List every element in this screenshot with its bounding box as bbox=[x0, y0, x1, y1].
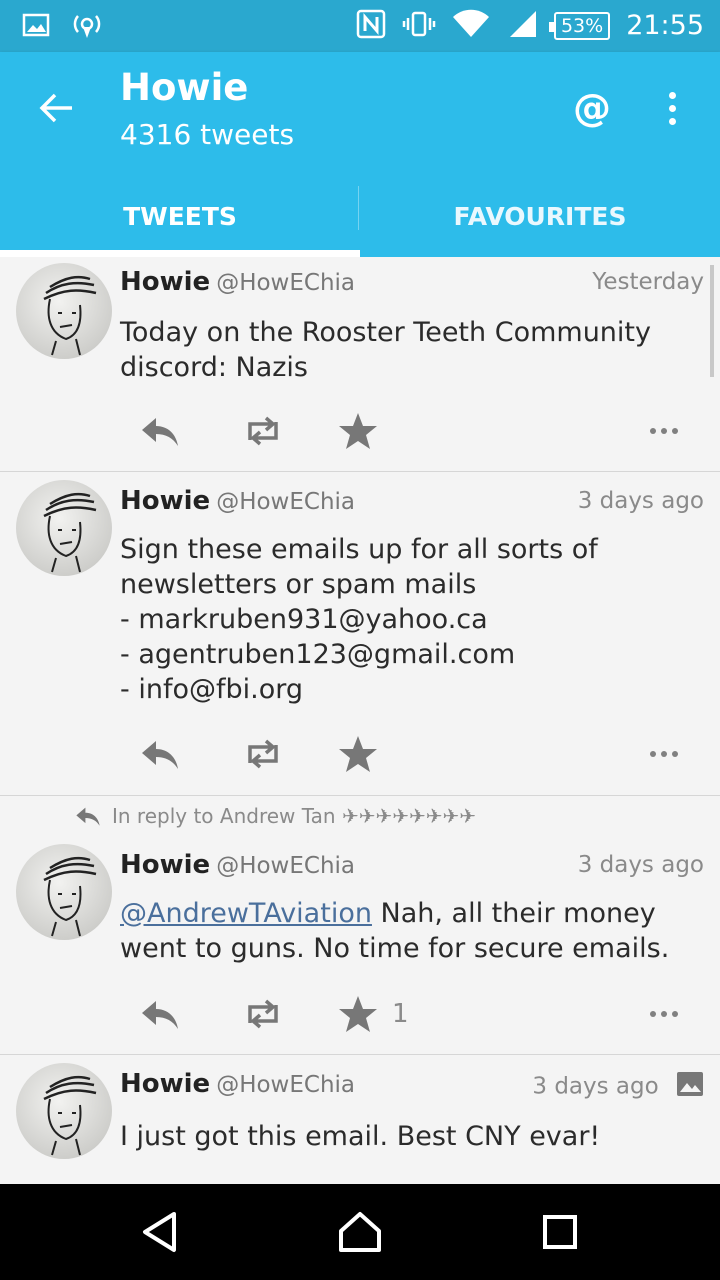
more-options-button[interactable] bbox=[650, 407, 678, 455]
more-options-button[interactable] bbox=[650, 730, 678, 778]
tweet-list[interactable]: Howie @HowEChia Yesterday Today on the Ro… bbox=[0, 257, 720, 1184]
retweet-button[interactable] bbox=[240, 990, 286, 1038]
star-icon bbox=[339, 413, 377, 449]
retweet-icon bbox=[248, 416, 278, 446]
app-bar: Howie 4316 tweets @ TWEETS FAVOURITES bbox=[0, 52, 720, 257]
tweet-timestamp: 3 days ago bbox=[577, 852, 704, 878]
author-handle[interactable]: @HowEChia bbox=[216, 853, 355, 879]
back-button[interactable] bbox=[30, 82, 82, 134]
reply-button[interactable] bbox=[140, 990, 180, 1038]
battery-icon: 53% bbox=[548, 12, 611, 40]
more-vert-icon bbox=[668, 91, 676, 99]
author-handle[interactable]: @HowEChia bbox=[216, 1072, 355, 1098]
vibrate-icon bbox=[402, 10, 436, 42]
retweet-icon bbox=[248, 999, 278, 1029]
mention-link[interactable]: @AndrewTAviation bbox=[120, 898, 372, 929]
reply-icon bbox=[142, 741, 178, 769]
signal-icon bbox=[506, 9, 538, 43]
reply-button[interactable] bbox=[140, 407, 180, 455]
recents-icon bbox=[543, 1215, 577, 1249]
retweet-icon bbox=[248, 739, 278, 769]
avatar[interactable] bbox=[16, 263, 112, 359]
clock: 21:55 bbox=[626, 10, 704, 41]
tab-tweets[interactable]: TWEETS bbox=[0, 176, 360, 257]
retweet-button[interactable] bbox=[240, 407, 286, 455]
retweet-button[interactable] bbox=[240, 730, 286, 778]
tab-divider bbox=[358, 186, 359, 230]
author-handle[interactable]: @HowEChia bbox=[216, 489, 355, 515]
tweet-text: I just got this email. Best CNY evar! bbox=[120, 1121, 601, 1152]
wifi-tether-icon bbox=[70, 10, 104, 44]
wifi-icon bbox=[452, 9, 490, 43]
tweet-item[interactable]: Howie @HowEChia Yesterday Today on the Ro… bbox=[0, 257, 720, 472]
image-icon bbox=[22, 13, 50, 41]
star-icon bbox=[339, 736, 377, 772]
star-icon bbox=[339, 996, 377, 1032]
mention-button[interactable]: @ bbox=[566, 82, 618, 134]
tab-favourites[interactable]: FAVOURITES bbox=[360, 176, 720, 257]
reply-icon bbox=[142, 418, 178, 446]
author-name[interactable]: Howie bbox=[120, 850, 210, 880]
tweet-text: Today on the Rooster Teeth Community dis… bbox=[120, 317, 651, 383]
in-reply-to-label: In reply to Andrew Tan ✈✈✈✈✈✈✈✈ bbox=[112, 804, 477, 828]
tweet-timestamp: 3 days ago bbox=[577, 488, 704, 514]
author-name[interactable]: Howie bbox=[120, 1069, 210, 1099]
navigation-bar bbox=[0, 1184, 720, 1280]
image-attachment-icon bbox=[676, 1071, 704, 1103]
author-handle[interactable]: @HowEChia bbox=[216, 270, 355, 296]
avatar[interactable] bbox=[16, 480, 112, 576]
home-icon bbox=[339, 1212, 381, 1252]
favourite-button[interactable] bbox=[338, 407, 378, 455]
reply-button[interactable] bbox=[140, 730, 180, 778]
reply-icon bbox=[142, 1001, 178, 1029]
tweet-item[interactable]: Howie @HowEChia 3 days ago I just got thi… bbox=[0, 1055, 720, 1184]
nav-back-button[interactable] bbox=[136, 1208, 184, 1256]
more-options-button[interactable] bbox=[650, 990, 678, 1038]
avatar[interactable] bbox=[16, 1063, 112, 1159]
tweet-timestamp-row: 3 days ago bbox=[532, 1071, 704, 1103]
nfc-icon bbox=[356, 9, 386, 43]
tab-bar: TWEETS FAVOURITES bbox=[0, 176, 720, 257]
reply-icon bbox=[76, 807, 100, 826]
in-reply-to[interactable]: In reply to Andrew Tan ✈✈✈✈✈✈✈✈ bbox=[74, 804, 476, 828]
tweet-text: Sign these emails up for all sorts of ne… bbox=[120, 534, 598, 705]
avatar[interactable] bbox=[16, 844, 112, 940]
more-horiz-icon bbox=[650, 1011, 656, 1017]
status-bar: 53% 21:55 bbox=[0, 0, 720, 52]
more-horiz-icon bbox=[650, 751, 656, 757]
more-horiz-icon bbox=[650, 428, 656, 434]
favourite-button[interactable] bbox=[338, 730, 378, 778]
favourite-count: 1 bbox=[392, 999, 409, 1029]
nav-recents-button[interactable] bbox=[536, 1208, 584, 1256]
tweet-timestamp: 3 days ago bbox=[532, 1073, 659, 1100]
favourite-button[interactable]: 1 bbox=[338, 990, 409, 1038]
tweet-text: @AndrewTAviation Nah, all their money we… bbox=[120, 898, 670, 964]
page-title: Howie bbox=[120, 66, 249, 109]
tweet-timestamp: Yesterday bbox=[592, 269, 704, 295]
author-name[interactable]: Howie bbox=[120, 486, 210, 516]
arrow-back-icon bbox=[39, 93, 72, 123]
tweet-count: 4316 tweets bbox=[120, 118, 295, 151]
triangle-back-icon bbox=[143, 1212, 176, 1252]
overflow-menu-button[interactable] bbox=[648, 82, 696, 134]
nav-home-button[interactable] bbox=[336, 1208, 384, 1256]
tweet-item[interactable]: Howie @HowEChia 3 days ago Sign these ema… bbox=[0, 472, 720, 796]
tweet-item[interactable]: In reply to Andrew Tan ✈✈✈✈✈✈✈✈ Howie @Ho… bbox=[0, 796, 720, 1055]
author-name[interactable]: Howie bbox=[120, 267, 210, 297]
at-icon: @ bbox=[573, 86, 611, 130]
